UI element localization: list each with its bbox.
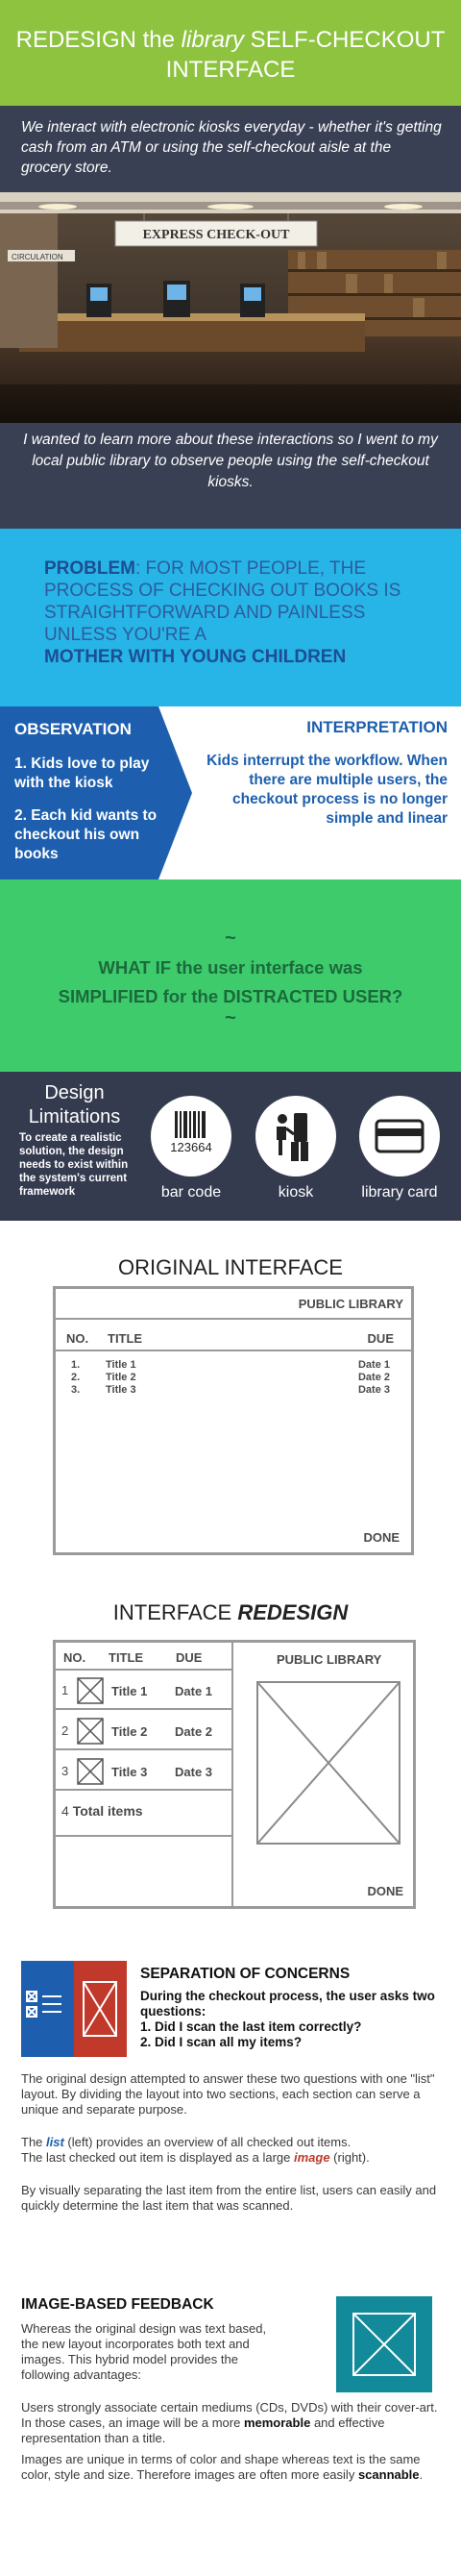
col-title: TITLE [109,1650,144,1665]
circulation-sign: CIRCULATION [12,253,63,261]
table-row: Date 1 Date 2 Date 3 [357,1359,390,1396]
redesign-section: INTERFACE REDESIGN NO. TITLE DUE 1 Title… [0,1572,461,1946]
col-due: DUE [367,1331,394,1346]
redesign-header: PUBLIC LIBRARY [277,1652,382,1667]
problem-section: PROBLEM: For most people, the process of… [0,529,461,706]
problem-statement: PROBLEM: For most people, the process of… [44,558,401,667]
separation-heading: SEPARATION OF CONCERNS [140,1966,351,1982]
library-photo: CIRCULATION EXPRESS CHECK-OUT [0,192,461,423]
original-header: PUBLIC LIBRARY [298,1297,403,1311]
design-limitations-section: Design Limitations To create a realistic… [0,1072,461,1221]
redesign-heading: INTERFACE REDESIGN [112,1600,349,1624]
kiosk-label: kiosk [278,1184,314,1201]
limitations-heading: Design Limitations [28,1082,121,1127]
list-panel: NO. TITLE DUE 1 Title 1 Date 1 2 Title 2… [56,1643,233,1906]
barcode-label: bar code [160,1184,222,1201]
barcode-icon: 123664 [151,1096,231,1177]
image-placeholder-icon [336,2296,432,2392]
done-button[interactable]: DONE [367,1884,403,1898]
observation-section: OBSERVATION 1. Kids love to play with th… [0,706,461,879]
total-items: 4 Total items [61,1803,143,1819]
image-feedback-heading: IMAGE-BASED FEEDBACK [21,2296,214,2313]
table-row: Title 1 Title 2 Title 3 [106,1359,136,1396]
col-due: DUE [176,1650,203,1665]
col-no: NO. [66,1331,89,1346]
barcode-number: 123664 [170,1140,211,1154]
observation-item: 1. Kids love to play with the kiosk [14,755,150,791]
original-interface-section: ORIGINAL INTERFACE PUBLIC LIBRARY NO. TI… [0,1221,461,1572]
col-title: TITLE [108,1331,143,1346]
express-checkout-sign: EXPRESS CHECK-OUT [143,228,291,242]
observation-item: 2. Each kid wants to checkout his own bo… [14,807,158,862]
whatif-question: WHAT IF the user interface was SIMPLIFIE… [58,957,403,1006]
image-feedback-section: IMAGE-BASED FEEDBACK Whereas the origina… [0,2264,461,2576]
col-no: NO. [63,1650,86,1665]
tilde-bottom: ~ [225,1007,236,1028]
intro-section: We interact with electronic kiosks every… [0,106,461,529]
original-interface-mockup: PUBLIC LIBRARY NO. TITLE DUE 1. 2. 3. Titl… [53,1286,414,1555]
thumbnail-icon [77,1677,104,1704]
intro-observation-text: I wanted to learn more about these inter… [23,432,438,490]
kiosk-icon [255,1096,336,1177]
intro-quote: We interact with electronic kiosks every… [21,119,442,176]
image-feedback-paragraph-2: Users strongly associate certain mediums… [21,2400,438,2445]
table-row: 2 Title 2 Date 2 [56,1712,231,1750]
thumbnail-icon [77,1718,104,1745]
thumbnail-icon [77,1758,104,1785]
separation-questions: During the checkout process, the user as… [140,1989,435,2049]
tilde-top: ~ [225,928,236,949]
original-heading: ORIGINAL INTERFACE [118,1255,343,1279]
page-title: REDESIGN the library SELF-CHECKOUT INTER… [15,27,446,83]
table-row: 1 Title 1 Date 1 [56,1672,231,1710]
list-and-image-icon [21,1961,127,2057]
library-card-icon [359,1096,440,1177]
separation-paragraph-3: By visually separating the last item fro… [21,2183,437,2213]
interpretation-heading: INTERPRETATION [306,718,448,736]
last-item-image-icon [256,1681,400,1845]
whatif-section: ~ WHAT IF the user interface was SIMPLIF… [0,879,461,1072]
table-row: 3 Title 3 Date 3 [56,1752,231,1791]
header-banner: REDESIGN the library SELF-CHECKOUT INTER… [0,0,461,106]
interpretation-text: Kids interrupt the workflow. When there … [206,753,448,827]
separation-section: SEPARATION OF CONCERNS During the checko… [0,1946,461,2264]
separation-paragraph-1: The original design attempted to answer … [21,2071,435,2117]
observation-heading: OBSERVATION [14,720,132,738]
table-row: 1. 2. 3. [71,1359,81,1396]
library-card-label: library card [361,1184,438,1201]
redesign-interface-mockup: NO. TITLE DUE 1 Title 1 Date 1 2 Title 2… [53,1640,416,1909]
separation-paragraph-2: The list (left) provides an overview of … [21,2135,370,2165]
image-feedback-paragraph-3: Images are unique in terms of color and … [21,2452,424,2482]
observation-panel: OBSERVATION 1. Kids love to play with th… [0,706,192,879]
done-button[interactable]: DONE [363,1530,400,1545]
limitations-text: To create a realistic solution, the desi… [19,1132,129,1198]
image-feedback-paragraph-1: Whereas the original design was text bas… [21,2321,267,2382]
